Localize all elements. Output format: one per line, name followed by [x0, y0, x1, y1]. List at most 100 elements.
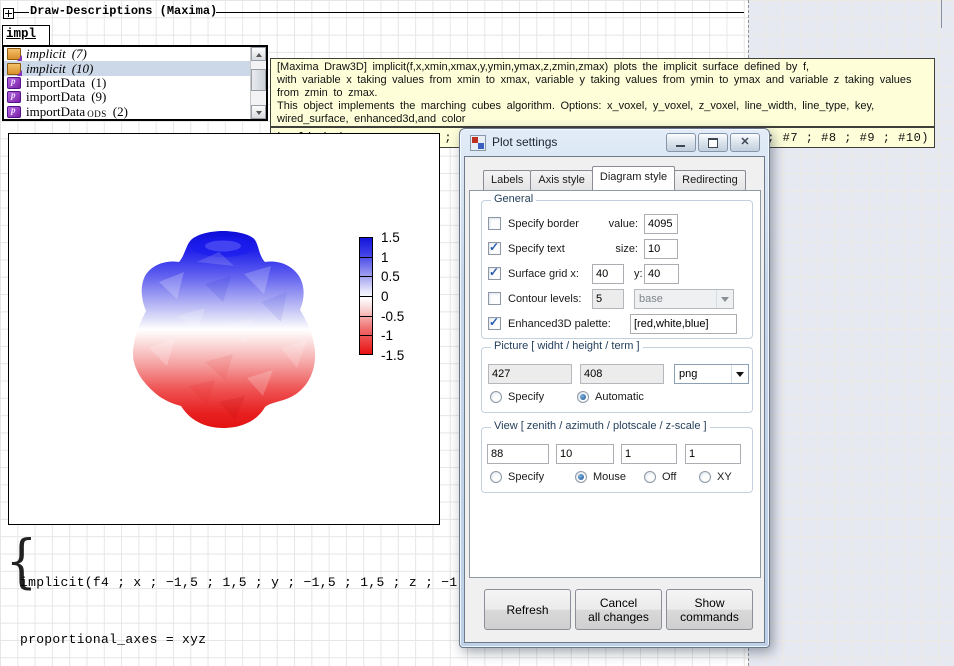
group-title: Picture [ widht / height / term ] — [491, 340, 643, 352]
checkbox-label: Specify text — [508, 243, 565, 255]
tooltip-line: wired_surface, enhanced3d,and color — [277, 113, 928, 126]
code-block: { implicit(f4 ; x ; −1,5 ; 1,5 ; y ; −1,… — [3, 533, 463, 597]
picture-height-field[interactable] — [580, 364, 664, 384]
show-commands-button[interactable]: Show commands — [666, 589, 753, 630]
help-tooltip: [Maxima Draw3D] implicit(f,x,xmin,xmax,y… — [270, 58, 935, 127]
list-item[interactable]: importData ODS (2) — [4, 105, 266, 119]
legend-tick: 1.5 — [381, 230, 425, 245]
list-item[interactable]: importData (9) — [4, 90, 266, 104]
list-item[interactable]: importData (1) — [4, 76, 266, 90]
radio-label: Mouse — [593, 471, 626, 483]
legend-tick: 0 — [381, 289, 425, 304]
legend-tick: -1 — [381, 328, 425, 343]
radio-label: Specify — [508, 391, 544, 403]
code-line: proportional_axes = xyz — [20, 630, 530, 649]
import-data-icon — [7, 91, 21, 103]
tab-redirecting[interactable]: Redirecting — [674, 170, 746, 190]
view-xy-radio[interactable] — [699, 471, 711, 483]
view-specify-radio[interactable] — [490, 471, 502, 483]
list-item-selected[interactable]: implicit (10) — [4, 61, 266, 75]
dialog-client-area: Labels Axis style Diagram style Redirect… — [464, 156, 765, 643]
page-edge-mark — [941, 0, 942, 28]
specify-text-checkbox[interactable] — [488, 242, 501, 255]
minimize-icon[interactable] — [666, 133, 696, 152]
refresh-button[interactable]: Refresh — [484, 589, 571, 630]
tab-strip: Labels Axis style Diagram style Redirect… — [483, 168, 745, 190]
function-folder-icon — [7, 63, 21, 75]
tooltip-line: [Maxima Draw3D] implicit(f,x,xmin,xmax,y… — [277, 61, 928, 74]
autocomplete-dropdown: implicit (7) implicit (10) importData (1… — [2, 45, 268, 121]
picture-width-field[interactable] — [488, 364, 572, 384]
tab-page-diagram-style: General Specify border value: Specify te… — [469, 190, 761, 578]
plot-canvas[interactable]: 1.5 1 0.5 0 -0.5 -1 -1.5 — [8, 133, 440, 525]
view-azimuth-field[interactable] — [556, 444, 614, 464]
scroll-thumb[interactable] — [251, 69, 266, 91]
legend-tick: -1.5 — [381, 348, 425, 363]
radio-label: XY — [717, 471, 732, 483]
field-label: y: — [634, 268, 643, 280]
enhanced3d-checkbox[interactable] — [488, 317, 501, 330]
checkbox-label: Contour levels: — [508, 293, 581, 305]
field-label: size: — [582, 243, 638, 255]
legend-tick: -0.5 — [381, 309, 425, 324]
view-plotscale-field[interactable] — [621, 444, 677, 464]
scroll-down-icon[interactable] — [251, 105, 266, 119]
import-data-icon — [7, 77, 21, 89]
picture-specify-radio[interactable] — [490, 391, 502, 403]
checkbox-label: Surface grid x: — [508, 268, 579, 280]
group-general: General Specify border value: Specify te… — [481, 200, 753, 339]
autocomplete-input[interactable]: impl — [2, 25, 50, 46]
legend-tick: 1 — [381, 250, 425, 265]
item-label: importData — [26, 104, 85, 120]
radio-label: Specify — [508, 471, 544, 483]
group-title: View [ zenith / azimuth / plotscale / z-… — [491, 420, 710, 432]
color-legend: 1.5 1 0.5 0 -0.5 -1 -1.5 — [359, 237, 429, 355]
border-value-field[interactable] — [644, 214, 678, 234]
tooltip-line: This object implements the marching cube… — [277, 100, 928, 113]
expand-icon[interactable] — [3, 8, 14, 19]
query-text: impl — [6, 27, 36, 41]
checkbox-label: Specify border — [508, 218, 579, 230]
group-title: General — [491, 193, 536, 205]
grid-x-field[interactable] — [592, 264, 624, 284]
cancel-all-changes-button[interactable]: Cancel all changes — [575, 589, 662, 630]
chevron-down-icon — [731, 365, 748, 383]
dialog-titlebar[interactable]: Plot settings — [460, 129, 769, 156]
tab-diagram-style[interactable]: Diagram style — [592, 166, 675, 190]
function-folder-icon — [7, 48, 21, 60]
import-data-icon — [7, 106, 21, 118]
plot-settings-dialog: Plot settings Labels Axis style Diagram … — [459, 128, 770, 648]
contour-levels-field[interactable] — [592, 289, 624, 309]
specify-border-checkbox[interactable] — [488, 217, 501, 230]
surface-grid-checkbox[interactable] — [488, 267, 501, 280]
picture-term-select[interactable]: png — [674, 364, 749, 384]
close-icon[interactable] — [730, 133, 760, 152]
app-icon — [470, 135, 486, 151]
screen: Draw-Descriptions (Maxima) impl implicit… — [0, 0, 954, 666]
item-count: (9) — [91, 89, 106, 105]
scrollbar[interactable] — [250, 47, 266, 119]
list-item[interactable]: implicit (7) — [4, 47, 266, 61]
view-zscale-field[interactable] — [685, 444, 741, 464]
picture-automatic-radio[interactable] — [577, 391, 589, 403]
radio-label: Off — [662, 471, 676, 483]
contour-mode-select[interactable]: base — [634, 289, 734, 309]
grid-y-field[interactable] — [644, 264, 679, 284]
contour-levels-checkbox[interactable] — [488, 292, 501, 305]
maximize-icon[interactable] — [698, 133, 728, 152]
fold-title: Draw-Descriptions (Maxima) — [30, 4, 217, 18]
view-off-radio[interactable] — [644, 471, 656, 483]
view-mouse-radio[interactable] — [575, 471, 587, 483]
item-count: (2) — [113, 104, 128, 120]
scroll-up-icon[interactable] — [251, 47, 266, 61]
view-zenith-field[interactable] — [487, 444, 549, 464]
text-size-field[interactable] — [644, 239, 678, 259]
tab-axis-style[interactable]: Axis style — [530, 170, 592, 190]
palette-field[interactable] — [630, 314, 737, 334]
group-view: View [ zenith / azimuth / plotscale / z-… — [481, 427, 753, 493]
radio-label: Automatic — [595, 391, 644, 403]
tooltip-line: with variable x taking values from xmin … — [277, 74, 928, 87]
tab-labels[interactable]: Labels — [483, 170, 531, 190]
legend-tick: 0.5 — [381, 269, 425, 284]
fold-header: Draw-Descriptions (Maxima) — [0, 0, 748, 20]
